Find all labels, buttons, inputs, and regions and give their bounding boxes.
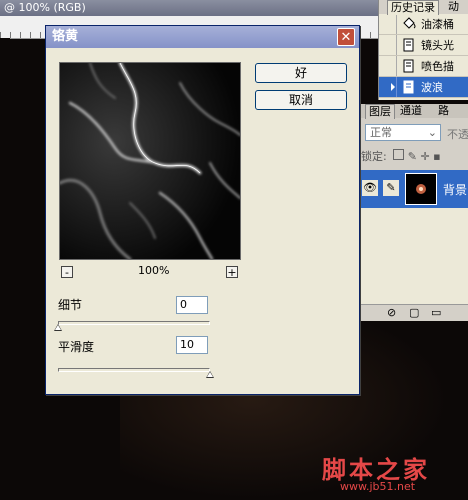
brush-link-icon: ✎ (383, 180, 399, 196)
tab-layers[interactable]: 图层 (365, 104, 395, 119)
opacity-label: 不透 (447, 128, 468, 141)
lock-label: 锁定: (361, 150, 387, 163)
dialog-title-bar[interactable]: 铬黄 ✕ (46, 26, 359, 48)
history-item[interactable]: 喷色描 (379, 56, 468, 77)
lock-brush-icon[interactable]: ✎ (408, 150, 417, 163)
history-item[interactable]: 油漆桶 (379, 14, 468, 35)
visibility-eye-icon[interactable]: 👁 (362, 180, 378, 196)
mask-icon[interactable]: ▢ (409, 306, 419, 319)
document-icon (403, 59, 414, 73)
smoothness-slider-track[interactable] (58, 368, 210, 372)
document-icon (403, 38, 414, 52)
watermark-url: www.jb51.net (340, 480, 416, 493)
history-panel: 历史记录 动 油漆桶 镜头光 喷色描 波浪 (378, 0, 468, 100)
detail-label: 细节 (58, 298, 83, 312)
chevron-down-icon: ⌄ (427, 126, 437, 139)
history-item-label: 镜头光 (421, 39, 454, 52)
smoothness-label: 平滑度 (58, 340, 95, 354)
new-layer-icon[interactable]: ▭ (431, 306, 441, 319)
detail-slider-thumb[interactable] (54, 324, 62, 331)
link-icon[interactable]: ⊘ (387, 306, 396, 319)
lock-all-icon[interactable]: ▪ (433, 150, 440, 163)
site-watermark: 脚本之家 www.jb51.net (322, 450, 462, 496)
history-item-selected[interactable]: 波浪 (379, 77, 468, 98)
zoom-in-button[interactable]: + (226, 266, 238, 278)
dialog-title: 铬黄 (52, 29, 79, 44)
history-state-arrow-icon (391, 83, 395, 91)
detail-input[interactable]: 0 (176, 296, 208, 314)
history-item-label: 波浪 (421, 81, 443, 94)
zoom-out-button[interactable]: - (61, 266, 73, 278)
filter-preview[interactable] (59, 62, 241, 260)
layers-panel: 图层 通道 路 正常 ⌄ 不透 锁定: ✎ ✛ ▪ 👁 ✎ 背景 ⊘ ▢ ▭ (358, 104, 468, 321)
smoothness-input[interactable]: 10 (176, 336, 208, 354)
blend-mode-value: 正常 (370, 126, 392, 139)
vertical-ruler (0, 38, 10, 498)
history-tabs: 历史记录 动 (379, 0, 468, 15)
document-icon (403, 80, 414, 94)
history-checkbox[interactable] (379, 77, 397, 97)
detail-slider-track[interactable] (58, 321, 210, 325)
layer-thumbnail (405, 173, 437, 205)
layers-bottom-bar: ⊘ ▢ ▭ (359, 304, 468, 321)
history-item-label: 喷色描 (421, 60, 454, 73)
layer-name: 背景 (443, 183, 468, 197)
tab-paths[interactable]: 路 (435, 104, 452, 118)
smoothness-slider-thumb[interactable] (206, 371, 214, 378)
tab-history[interactable]: 历史记录 (387, 0, 439, 15)
chrome-filter-dialog: 铬黄 ✕ - 100% + 好 取消 细节 0 平滑度 10 (45, 25, 360, 395)
history-checkbox[interactable] (379, 56, 397, 76)
chrome-preview-image (60, 63, 240, 259)
close-button[interactable]: ✕ (337, 28, 355, 46)
lock-transparency-icon[interactable] (393, 149, 405, 160)
lock-row: 锁定: ✎ ✛ ▪ (361, 148, 441, 164)
layers-tabs: 图层 通道 路 (359, 104, 468, 119)
lock-move-icon[interactable]: ✛ (420, 150, 429, 163)
tab-channels[interactable]: 通道 (397, 104, 425, 118)
history-checkbox[interactable] (379, 14, 397, 34)
paint-bucket-icon (403, 17, 416, 29)
cancel-button[interactable]: 取消 (255, 90, 347, 110)
history-item-label: 油漆桶 (421, 18, 454, 31)
zoom-level: 100% (138, 264, 170, 277)
layers-list-empty (359, 208, 468, 304)
document-title-bar: @ 100% (RGB) (0, 0, 378, 16)
tab-actions[interactable]: 动 (445, 0, 462, 14)
document-title: @ 100% (RGB) (4, 1, 86, 14)
layer-row-background[interactable]: 👁 ✎ 背景 (359, 170, 468, 208)
ok-button[interactable]: 好 (255, 63, 347, 83)
history-checkbox[interactable] (379, 35, 397, 55)
blend-mode-select[interactable]: 正常 ⌄ (365, 124, 441, 141)
history-item[interactable]: 镜头光 (379, 35, 468, 56)
